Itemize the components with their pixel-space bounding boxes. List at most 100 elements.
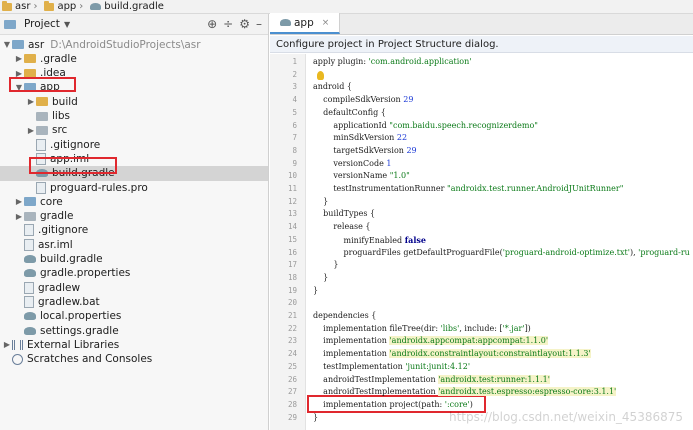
tree-item-settings-gradle[interactable]: settings.gradle <box>0 323 268 338</box>
chevron-down-icon[interactable]: ▼ <box>2 40 12 49</box>
tree-item-build[interactable]: ▶ build <box>0 94 268 109</box>
code-line: testInstrumentationRunner "androidx.test… <box>313 184 623 193</box>
line-number: 25 <box>287 361 297 371</box>
breadcrumb-item-app[interactable]: app › <box>44 0 86 12</box>
tree-item-label: gradlew.bat <box>38 295 100 308</box>
code-line: applicationId "com.baidu.speech.recogniz… <box>313 121 538 130</box>
code-token: 'androidx.test.espresso:espresso-core:3.… <box>438 387 617 397</box>
tree-item-gradle[interactable]: ▶ .gradle <box>0 51 268 66</box>
breadcrumb-item-asr[interactable]: asr › <box>2 0 40 12</box>
chevron-right-icon[interactable]: ▶ <box>26 97 36 106</box>
tree-item-libs[interactable]: libs <box>0 109 268 124</box>
code-token: '*.jar' <box>502 323 525 333</box>
tree-item-gradle-properties[interactable]: gradle.properties <box>0 266 268 281</box>
tree-item-proguard-rules-pro[interactable]: proguard-rules.pro <box>0 180 268 195</box>
code-token: "1.0" <box>389 171 410 181</box>
tree-item-scratches-and-consoles[interactable]: Scratches and Consoles <box>0 352 268 367</box>
locate-icon[interactable]: ⊕ <box>207 17 217 31</box>
code-token: 'androidx.test:runner:1.1.1' <box>438 374 550 384</box>
lightbulb-icon[interactable] <box>317 70 324 80</box>
code-token: 29 <box>406 145 417 155</box>
tree-item-gitignore[interactable]: .gitignore <box>0 223 268 238</box>
line-number: 4 <box>292 95 297 105</box>
code-token: applicationId <box>313 120 390 130</box>
tree-item-gradlew[interactable]: gradlew <box>0 280 268 295</box>
chevron-right-icon[interactable]: ▶ <box>14 197 24 206</box>
tree-item-label: gradlew <box>38 281 81 294</box>
code-line: implementation fileTree(dir: 'libs', inc… <box>313 324 531 333</box>
code-token: } <box>313 285 319 295</box>
chevron-right-icon[interactable]: ▶ <box>2 340 12 349</box>
module-folder-icon <box>24 197 36 207</box>
line-number: 13 <box>287 209 297 219</box>
code-token: false <box>404 234 426 245</box>
tree-item-external-libraries[interactable]: ▶ External Libraries <box>0 337 268 352</box>
tree-item-label: src <box>52 124 68 137</box>
folder-icon <box>24 54 36 64</box>
tree-item-core[interactable]: ▶ core <box>0 194 268 209</box>
breadcrumb-item-build-gradle[interactable]: build.gradle <box>90 1 164 12</box>
code-token: 'proguard-ru <box>638 247 690 257</box>
code-line: implementation project(path: ':core') <box>313 400 473 409</box>
code-token: } <box>313 196 329 206</box>
code-token: implementation fileTree(dir: <box>313 323 441 333</box>
project-path: D:\AndroidStudioProjects\asr <box>50 38 201 51</box>
gear-icon[interactable]: ⚙ <box>239 17 250 31</box>
tree-item-label: local.properties <box>40 310 122 323</box>
code-token: 'libs' <box>440 323 460 333</box>
tree-item-gradle[interactable]: ▶ gradle <box>0 209 268 224</box>
chevron-right-icon[interactable]: ▶ <box>14 54 24 63</box>
line-number: 21 <box>287 311 297 320</box>
code-token: 'proguard-android-optimize.txt' <box>502 247 630 257</box>
chevron-right-icon[interactable]: ▶ <box>14 212 24 221</box>
chevron-right-icon: › <box>79 1 84 12</box>
line-number: 10 <box>287 171 297 181</box>
hide-panel-icon[interactable]: – <box>256 17 262 31</box>
tree-item-gitignore[interactable]: .gitignore <box>0 137 268 152</box>
line-number: 8 <box>292 145 297 155</box>
file-icon <box>24 295 34 308</box>
breadcrumb-label: build.gradle <box>104 1 164 12</box>
code-token: android { <box>313 82 352 92</box>
project-view-selector[interactable]: Project <box>24 18 60 30</box>
chevron-right-icon[interactable]: ▶ <box>26 126 36 135</box>
code-line: release { <box>313 222 370 231</box>
line-number: 9 <box>292 158 297 168</box>
file-icon <box>24 281 34 294</box>
tree-item-gradlew-bat[interactable]: gradlew.bat <box>0 294 268 309</box>
line-number: 24 <box>287 349 297 359</box>
code-line: testImplementation 'junit:junit:4.12' <box>313 362 470 371</box>
code-line: dependencies { <box>313 311 376 320</box>
tree-item-src[interactable]: ▶ src <box>0 123 268 138</box>
code-token: "com.baidu.speech.recognizerdemo" <box>389 120 538 130</box>
line-number: 15 <box>287 234 297 244</box>
tree-item-asr[interactable]: ▼ asr D:\AndroidStudioProjects\asr <box>0 37 268 52</box>
gradle-icon <box>24 255 36 263</box>
code-token: 'androidx.constraintlayout:constraintlay… <box>389 349 591 359</box>
line-number: 12 <box>287 196 297 206</box>
code-token: dependencies { <box>313 311 377 320</box>
code-line: } <box>313 273 328 282</box>
folder-icon <box>24 211 36 221</box>
code-token: ), <box>629 247 639 257</box>
code-token: release { <box>313 222 371 232</box>
chevron-down-icon[interactable]: ▼ <box>64 20 70 29</box>
folder-icon <box>44 0 55 11</box>
code-line: defaultConfig { <box>313 108 386 117</box>
project-view-icon <box>4 19 16 29</box>
code-editor[interactable]: apply plugin: 'com.android.application' a… <box>307 54 693 430</box>
tree-item-asr-iml[interactable]: asr.iml <box>0 237 268 252</box>
code-token: ':core' <box>444 399 470 409</box>
line-number: 27 <box>287 387 297 397</box>
line-number: 26 <box>287 374 297 384</box>
tab-app-build-gradle[interactable]: app × <box>270 13 341 34</box>
tree-item-local-properties[interactable]: local.properties <box>0 309 268 324</box>
line-number: 6 <box>292 120 297 130</box>
tree-item-label: Scratches and Consoles <box>27 353 153 366</box>
tree-item-label: settings.gradle <box>40 324 119 337</box>
highlight-box-app <box>9 77 76 92</box>
close-icon[interactable]: × <box>322 18 330 28</box>
tree-item-build-gradle[interactable]: build.gradle <box>0 252 268 267</box>
code-line: } <box>313 260 338 269</box>
collapse-all-icon[interactable]: ÷ <box>223 17 233 31</box>
